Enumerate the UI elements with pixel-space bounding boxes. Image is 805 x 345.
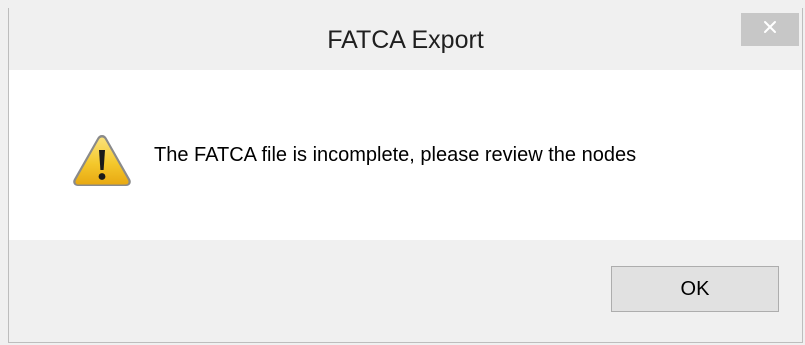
button-bar: OK — [9, 240, 802, 342]
dialog-window: FATCA Export The FATCA file is incomplet… — [0, 0, 805, 345]
dialog-frame: FATCA Export The FATCA file is incomplet… — [8, 8, 803, 343]
window-title: FATCA Export — [327, 26, 484, 54]
close-icon — [763, 20, 777, 39]
warning-icon — [71, 132, 133, 188]
close-button[interactable] — [741, 13, 799, 46]
ok-button[interactable]: OK — [611, 266, 779, 312]
message-area: The FATCA file is incomplete, please rev… — [9, 70, 802, 240]
title-bar[interactable]: FATCA Export — [9, 8, 802, 70]
message-text: The FATCA file is incomplete, please rev… — [154, 144, 637, 166]
